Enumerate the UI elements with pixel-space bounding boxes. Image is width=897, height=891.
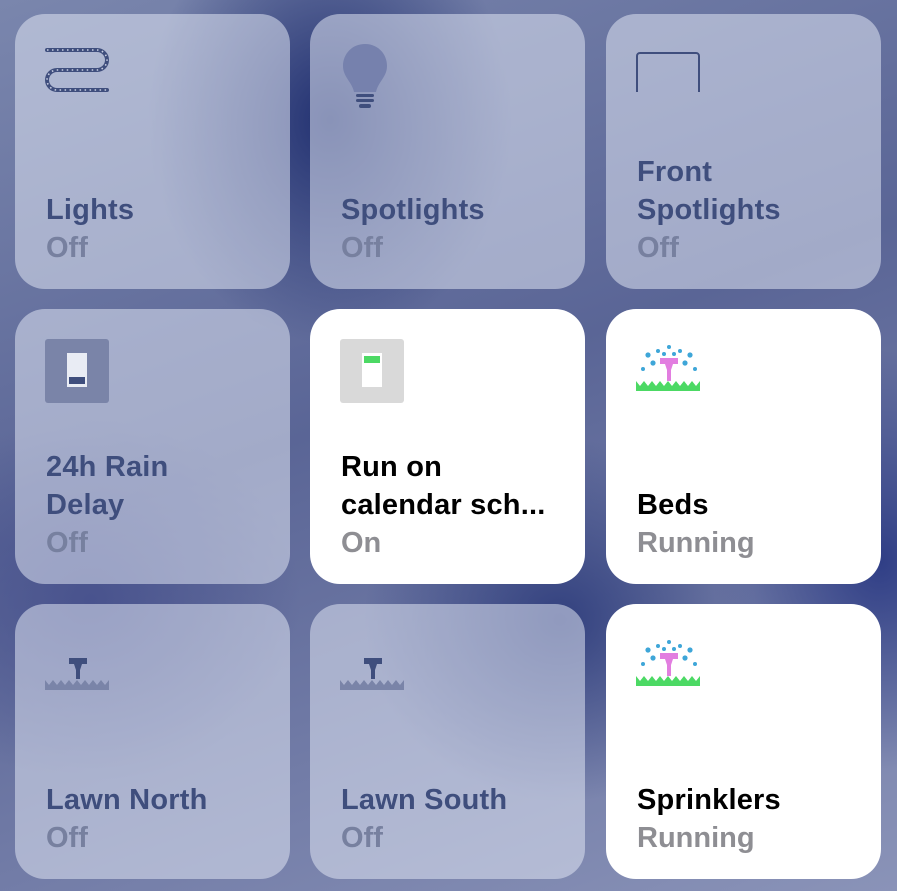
light-strip-icon bbox=[45, 48, 109, 92]
sprinkler-active-icon bbox=[636, 640, 700, 686]
sprinkler-idle-icon bbox=[340, 658, 404, 690]
tile-status: Off bbox=[46, 232, 88, 264]
tile-name: Lawn South bbox=[341, 784, 508, 816]
tile-front-spotlights[interactable]: Front Spotlights Off bbox=[606, 14, 881, 289]
tile-status: Off bbox=[46, 527, 88, 559]
tile-status: Off bbox=[637, 232, 679, 264]
tile-name: Front Spotlights bbox=[637, 156, 781, 226]
home-tiles-grid: Lights Off Spotlights Off Front Spotligh… bbox=[15, 14, 881, 879]
tile-status: Running bbox=[637, 822, 755, 854]
tile-name: 24h Rain Delay bbox=[46, 451, 169, 521]
tile-24h-rain-delay[interactable]: 24h Rain Delay Off bbox=[15, 309, 290, 584]
tile-name: Beds bbox=[637, 489, 709, 521]
sprinkler-active-icon bbox=[636, 345, 700, 391]
tile-status: Running bbox=[637, 527, 755, 559]
tile-lawn-north[interactable]: Lawn North Off bbox=[15, 604, 290, 879]
tile-beds[interactable]: Beds Running bbox=[606, 309, 881, 584]
sprinkler-idle-icon bbox=[45, 658, 109, 690]
tile-lights[interactable]: Lights Off bbox=[15, 14, 290, 289]
tile-name: Lights bbox=[46, 194, 135, 226]
lightbulb-icon bbox=[343, 44, 387, 108]
tile-name: Sprinklers bbox=[637, 784, 781, 816]
tile-status: On bbox=[341, 527, 382, 559]
rectangle-light-icon bbox=[636, 52, 700, 92]
tile-status: Off bbox=[341, 232, 383, 264]
tile-status: Off bbox=[46, 822, 88, 854]
tile-run-on-calendar-schedule[interactable]: Run on calendar sch... On bbox=[310, 309, 585, 584]
tile-name: Run on calendar sch... bbox=[341, 451, 546, 521]
tile-name: Spotlights bbox=[341, 194, 485, 226]
switch-off-icon bbox=[45, 339, 109, 403]
switch-on-icon bbox=[340, 339, 404, 403]
tile-lawn-south[interactable]: Lawn South Off bbox=[310, 604, 585, 879]
tile-sprinklers[interactable]: Sprinklers Running bbox=[606, 604, 881, 879]
tile-status: Off bbox=[341, 822, 383, 854]
tile-name: Lawn North bbox=[46, 784, 208, 816]
tile-spotlights[interactable]: Spotlights Off bbox=[310, 14, 585, 289]
